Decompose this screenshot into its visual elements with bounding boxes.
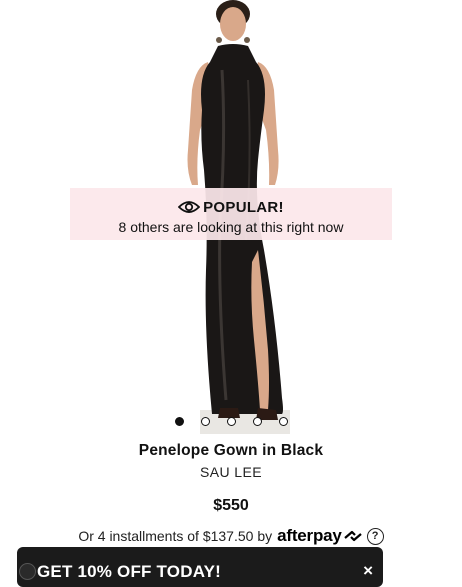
carousel-dot-5[interactable]: [279, 417, 288, 426]
close-icon[interactable]: ×: [363, 561, 373, 581]
installments-row: Or 4 installments of $137.50 by afterpay…: [0, 526, 462, 546]
carousel-dot-3[interactable]: [227, 417, 236, 426]
promo-icon: [19, 563, 36, 580]
popular-title: POPULAR!: [203, 198, 284, 216]
popular-banner: POPULAR! 8 others are looking at this ri…: [70, 188, 392, 240]
promo-text: GET 10% OFF TODAY!: [37, 562, 222, 581]
popular-subtitle: 8 others are looking at this right now: [118, 219, 344, 235]
promo-bar[interactable]: GET 10% OFF TODAY! ×: [17, 547, 383, 587]
carousel-dot-4[interactable]: [253, 417, 262, 426]
popular-header: POPULAR!: [70, 198, 392, 216]
help-icon[interactable]: ?: [366, 527, 384, 545]
afterpay-arrows-icon: [343, 530, 362, 542]
carousel-dot-1[interactable]: [175, 417, 184, 426]
carousel-dots: [0, 417, 462, 429]
product-title: Penelope Gown in Black: [138, 442, 324, 459]
brand-link[interactable]: SAU LEE: [0, 464, 462, 480]
afterpay-logo: afterpay: [277, 526, 342, 545]
eye-icon: [178, 201, 201, 213]
product-price: $550: [213, 497, 249, 514]
carousel-dot-2[interactable]: [201, 417, 210, 426]
installments-text: Or 4 installments of $137.50 by: [78, 528, 273, 544]
